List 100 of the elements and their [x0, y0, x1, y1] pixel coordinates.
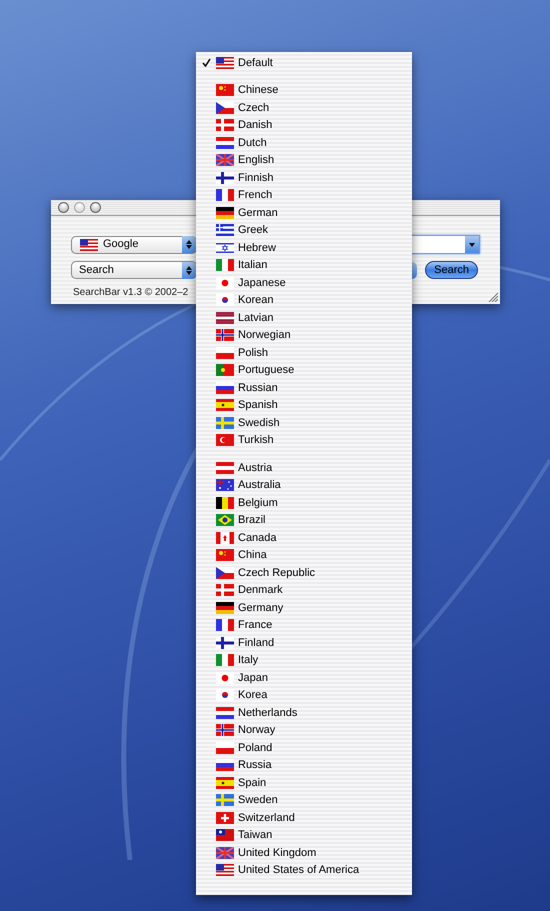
flag-icon [216, 399, 234, 412]
menu-item[interactable]: Latvian [196, 309, 412, 326]
flag-icon [216, 689, 234, 702]
menu-item[interactable]: Canada [196, 529, 412, 546]
menu-item[interactable]: Italy [196, 652, 412, 669]
menu-item[interactable]: Chinese [196, 82, 412, 99]
menu-item[interactable]: United States of America [196, 862, 412, 879]
popup-arrows-icon [182, 262, 196, 278]
flag-icon [216, 84, 234, 96]
flag-icon [216, 312, 234, 324]
menu-item[interactable]: Australia [196, 476, 412, 494]
flag-icon [216, 136, 234, 149]
menu-item[interactable]: Brazil [196, 512, 412, 529]
flag-icon [216, 259, 234, 272]
menu-item[interactable]: German [196, 204, 412, 222]
flag-icon [80, 238, 98, 250]
menu-item[interactable]: Russian [196, 379, 412, 396]
menu-item[interactable]: Turkish [196, 432, 412, 449]
popup-arrows-icon [182, 236, 196, 253]
flag-icon [216, 206, 234, 219]
menu-item[interactable]: Taiwan [196, 826, 412, 844]
flag-icon [216, 724, 234, 736]
menu-item[interactable]: Korean [196, 292, 412, 309]
menu-item[interactable]: Greek [196, 222, 412, 239]
close-button[interactable] [58, 202, 69, 213]
flag-icon [216, 636, 234, 649]
flag-icon [216, 812, 234, 824]
flag-icon [216, 434, 234, 446]
menu-item[interactable]: France [196, 616, 412, 634]
menu-item[interactable]: Denmark [196, 582, 412, 599]
flag-icon [216, 794, 234, 806]
flag-icon [216, 759, 234, 772]
menu-item[interactable]: English [196, 152, 412, 169]
flag-icon [216, 584, 234, 596]
checkmark-icon [202, 58, 210, 68]
flag-icon [216, 654, 234, 666]
menu-item[interactable]: French [196, 186, 412, 204]
menu-item[interactable]: Hebrew [196, 239, 412, 256]
menu-item[interactable]: Portuguese [196, 362, 412, 379]
menu-item[interactable]: Japan [196, 669, 412, 686]
zoom-button[interactable] [90, 202, 101, 213]
menu-item[interactable]: Dutch [196, 134, 412, 152]
flag-icon [216, 829, 234, 842]
flag-icon [216, 864, 234, 876]
menu-item[interactable]: Sweden [196, 792, 412, 809]
flag-icon [216, 416, 234, 429]
menu-item[interactable]: Default [196, 54, 412, 72]
menu-item[interactable]: Italian [196, 256, 412, 274]
flag-icon [216, 742, 234, 754]
menu-item[interactable]: Finland [196, 634, 412, 652]
flag-icon [216, 479, 234, 492]
flag-icon [216, 346, 234, 359]
flag-icon [216, 462, 234, 474]
flag-icon [216, 619, 234, 632]
resize-grip-icon[interactable] [488, 292, 498, 302]
menu-item[interactable]: China [196, 546, 412, 564]
menu-item[interactable]: Poland [196, 739, 412, 756]
menu-item[interactable]: Spain [196, 774, 412, 792]
flag-icon [216, 364, 234, 376]
menu-item[interactable]: Czech [196, 99, 412, 116]
minimize-button[interactable] [74, 202, 85, 213]
flag-icon [216, 189, 234, 202]
menu-item[interactable]: Norway [196, 722, 412, 739]
flag-icon [216, 276, 234, 289]
search-button[interactable]: Search [425, 261, 478, 279]
menu-item[interactable]: Danish [196, 116, 412, 134]
menu-item[interactable]: Korea [196, 686, 412, 704]
flag-icon [216, 154, 234, 166]
menu-item[interactable]: Norwegian [196, 326, 412, 344]
flag-icon [216, 119, 234, 132]
flag-icon [216, 56, 234, 69]
flag-icon [216, 242, 234, 254]
flag-icon [216, 672, 234, 684]
menu-item[interactable]: Germany [196, 599, 412, 616]
flag-icon [216, 294, 234, 306]
menu-item[interactable]: Japanese [196, 274, 412, 292]
menu-item[interactable]: Switzerland [196, 809, 412, 826]
menu-item[interactable]: Austria [196, 459, 412, 476]
flag-icon [216, 566, 234, 579]
flag-icon [216, 549, 234, 562]
flag-icon [216, 706, 234, 719]
flag-icon [216, 172, 234, 184]
flag-icon [216, 224, 234, 236]
menu-item[interactable]: Spanish [196, 396, 412, 414]
menu-item[interactable]: Swedish [196, 414, 412, 432]
menu-item[interactable]: Russia [196, 756, 412, 774]
menu-item[interactable]: Polish [196, 344, 412, 362]
engine-popup[interactable]: Google [71, 236, 197, 254]
flag-icon [216, 602, 234, 614]
version-text: SearchBar v1.3 © 2002–2 [73, 286, 188, 300]
menu-item[interactable]: Czech Republic [196, 564, 412, 582]
mode-popup[interactable]: Search [71, 261, 197, 279]
flag-icon [216, 382, 234, 394]
flag-icon [216, 102, 234, 114]
flag-icon [216, 514, 234, 526]
menu-item[interactable]: United Kingdom [196, 844, 412, 862]
menu-item[interactable]: Finnish [196, 169, 412, 186]
menu-item[interactable]: Netherlands [196, 704, 412, 722]
flag-icon [216, 846, 234, 859]
menu-item[interactable]: Belgium [196, 494, 412, 512]
